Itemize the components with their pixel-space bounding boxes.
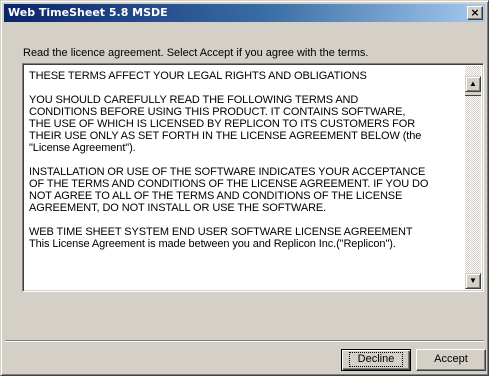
accept-button[interactable]: Accept (416, 349, 486, 371)
accept-button-label: Accept (434, 353, 468, 365)
vertical-scrollbar[interactable]: ▲ ▼ (465, 66, 481, 289)
title-bar[interactable]: Web TimeSheet 5.8 MSDE × (4, 4, 485, 22)
license-textbox[interactable]: THESE TERMS AFFECT YOUR LEGAL RIGHTS AND… (22, 63, 484, 292)
footer-divider (5, 340, 484, 342)
instruction-text: Read the licence agreement. Select Accep… (23, 47, 369, 59)
close-icon: × (470, 6, 480, 19)
arrow-down-icon: ▼ (469, 276, 477, 285)
scroll-thumb[interactable] (465, 92, 481, 96)
license-dialog: Web TimeSheet 5.8 MSDE × Read the licenc… (0, 0, 489, 376)
arrow-up-icon: ▲ (469, 79, 477, 88)
decline-button[interactable]: Decline (341, 349, 411, 371)
scroll-up-button[interactable]: ▲ (465, 76, 481, 92)
close-button[interactable]: × (467, 6, 483, 20)
scroll-down-button[interactable]: ▼ (465, 273, 481, 289)
license-text: THESE TERMS AFFECT YOUR LEGAL RIGHTS AND… (29, 70, 429, 250)
window-title: Web TimeSheet 5.8 MSDE (8, 6, 168, 19)
decline-button-label: Decline (348, 352, 404, 367)
